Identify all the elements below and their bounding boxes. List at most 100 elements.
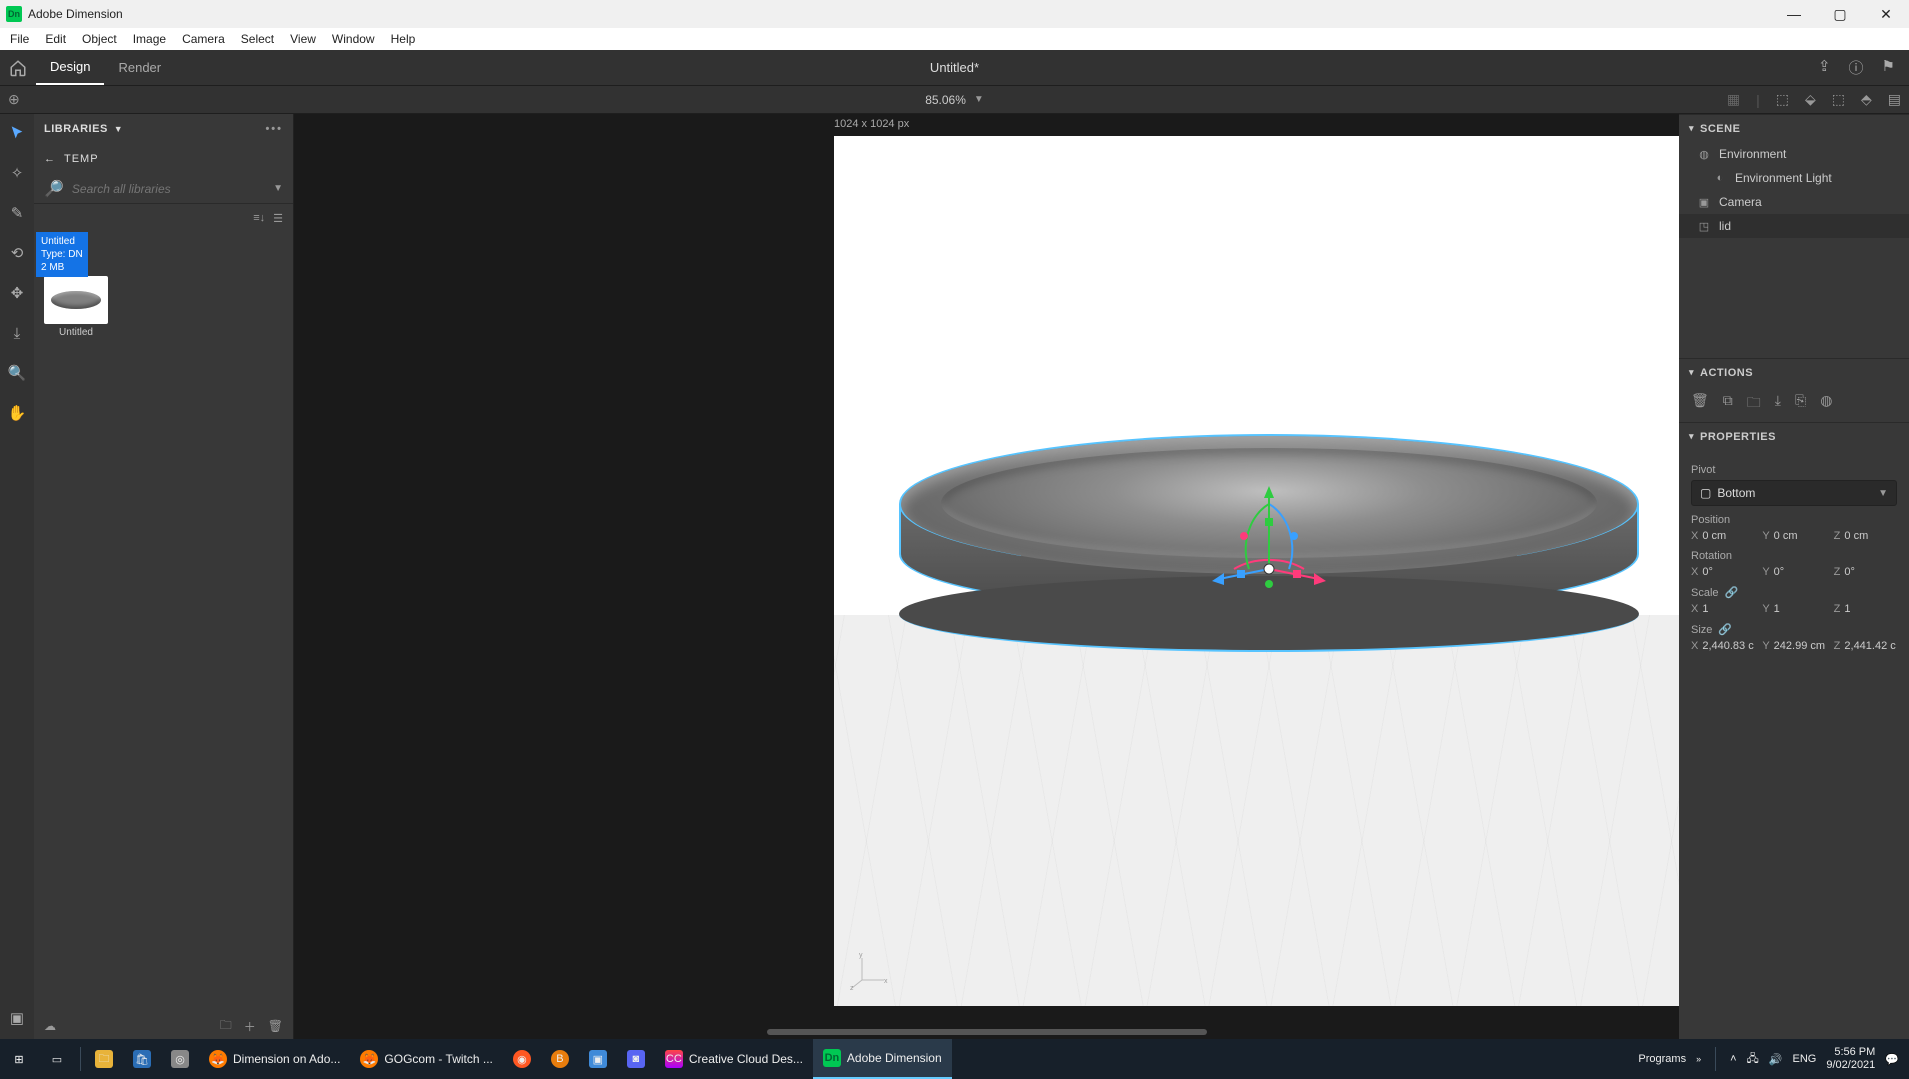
link-icon[interactable]: 🔗 (1718, 623, 1732, 636)
minimize-button[interactable]: — (1771, 0, 1817, 28)
position-z[interactable]: Z0 cm (1834, 530, 1897, 542)
home-button[interactable] (0, 59, 36, 77)
taskbar-blender[interactable]: B (541, 1039, 579, 1079)
help-icon[interactable]: ⓘ (1849, 57, 1864, 78)
library-search-input[interactable] (72, 182, 265, 196)
rotation-y[interactable]: Y0° (1762, 566, 1825, 578)
size-x[interactable]: X2,440.83 c (1691, 640, 1754, 652)
tray-overflow-icon[interactable]: ˄ (1730, 1053, 1736, 1065)
size-z[interactable]: Z2,441.42 c (1834, 640, 1897, 652)
tray-volume-icon[interactable]: 🔊 (1769, 1053, 1783, 1066)
taskbar-app-1[interactable]: ◎ (161, 1039, 199, 1079)
chevron-down-icon[interactable]: ▼ (114, 124, 123, 134)
folder-icon[interactable]: 🗀 (220, 1016, 232, 1037)
library-asset[interactable]: Untitled (44, 276, 108, 338)
menu-select[interactable]: Select (235, 30, 280, 48)
align-icon-4[interactable]: ⬘ (1861, 91, 1872, 108)
delete-asset-icon[interactable]: 🗑 (268, 1019, 283, 1033)
action-group-icon[interactable]: 🗀 (1747, 392, 1761, 416)
menu-camera[interactable]: Camera (176, 30, 231, 48)
action-align-floor-icon[interactable]: ⤓ (1775, 392, 1781, 416)
start-button[interactable]: ⊞ (0, 1039, 38, 1079)
select-tool[interactable] (6, 122, 28, 144)
hand-tool[interactable]: ✋ (6, 402, 28, 424)
maximize-button[interactable]: ▢ (1817, 0, 1863, 28)
add-content-icon[interactable]: ⊕ (8, 91, 20, 108)
scene-item-camera[interactable]: ▣ Camera (1679, 190, 1909, 214)
chevron-right-icon[interactable]: » (1696, 1054, 1701, 1064)
scene-item-environment-light[interactable]: ◐ Environment Light (1679, 166, 1909, 190)
taskbar-explorer[interactable]: 🗀 (85, 1039, 123, 1079)
pivot-select[interactable]: ▢Bottom ▼ (1691, 480, 1897, 506)
taskbar-firefox-2[interactable]: 🦊GOGcom - Twitch ... (350, 1039, 502, 1079)
taskbar-adobe-dimension[interactable]: DnAdobe Dimension (813, 1039, 952, 1079)
list-view-icon[interactable]: ☰ (273, 212, 283, 225)
libraries-menu-icon[interactable]: ••• (265, 123, 283, 135)
properties-section-header[interactable]: ▾ PROPERTIES (1679, 422, 1909, 450)
menu-image[interactable]: Image (127, 30, 172, 48)
action-material-icon[interactable]: ◍ (1820, 392, 1832, 416)
scale-x[interactable]: X1 (1691, 603, 1754, 615)
taskbar-programs-toolbar[interactable]: Programs (1638, 1053, 1686, 1065)
taskbar-creative-cloud[interactable]: CCCreative Cloud Des... (655, 1039, 813, 1079)
sort-icon[interactable]: ≡↓ (253, 212, 265, 225)
menu-window[interactable]: Window (326, 30, 381, 48)
taskbar-app-2[interactable]: ◉ (503, 1039, 541, 1079)
horizontal-scrollbar[interactable] (767, 1029, 1207, 1035)
link-icon[interactable]: 🔗 (1725, 586, 1739, 599)
rotation-z[interactable]: Z0° (1834, 566, 1897, 578)
scale-y[interactable]: Y1 (1762, 603, 1825, 615)
asset-thumbnail[interactable] (44, 276, 108, 324)
close-button[interactable]: ✕ (1863, 0, 1909, 28)
menu-file[interactable]: File (4, 30, 35, 48)
task-view-button[interactable]: ▭ (38, 1039, 76, 1079)
position-y[interactable]: Y0 cm (1762, 530, 1825, 542)
align-icon-2[interactable]: ⬙ (1805, 91, 1816, 108)
action-delete-icon[interactable]: 🗑 (1691, 392, 1709, 416)
zoom-tool[interactable]: 🔍 (6, 362, 28, 384)
taskbar-firefox-1[interactable]: 🦊Dimension on Ado... (199, 1039, 350, 1079)
align-icon-3[interactable]: ⬚ (1832, 91, 1845, 108)
actions-section-header[interactable]: ▾ ACTIONS (1679, 358, 1909, 386)
action-duplicate-icon[interactable]: ⧉ (1723, 392, 1733, 416)
tray-language[interactable]: ENG (1793, 1053, 1817, 1065)
align-icon-1[interactable]: ⬚ (1776, 91, 1789, 108)
sampler-tool[interactable]: ✎ (6, 202, 28, 224)
render-preview-icon[interactable]: ▤ (1888, 91, 1901, 108)
scale-z[interactable]: Z1 (1834, 603, 1897, 615)
action-copy-icon[interactable]: ⎘ (1795, 392, 1806, 416)
magic-wand-tool[interactable]: ✧ (6, 162, 28, 184)
position-x[interactable]: X0 cm (1691, 530, 1754, 542)
add-asset-icon[interactable]: ＋ (244, 1018, 256, 1035)
share-icon[interactable]: ⇪ (1818, 57, 1831, 78)
orbit-tool[interactable]: ⟲ (6, 242, 28, 264)
feedback-icon[interactable]: ⚑ (1882, 57, 1895, 78)
scene-item-environment[interactable]: ◍ Environment (1679, 142, 1909, 166)
back-icon[interactable]: ← (44, 153, 56, 165)
rotation-x[interactable]: X0° (1691, 566, 1754, 578)
panel-toggle-icon[interactable]: ▣ (6, 1007, 28, 1029)
taskbar-discord[interactable]: ◙ (617, 1039, 655, 1079)
grid-toggle-icon[interactable]: ▦ (1727, 91, 1740, 108)
chevron-down-icon[interactable]: ▼ (273, 183, 283, 194)
tab-design[interactable]: Design (36, 50, 104, 85)
object-lid[interactable] (899, 434, 1639, 674)
dolly-tool[interactable]: ⤓ (6, 322, 28, 344)
menu-edit[interactable]: Edit (39, 30, 72, 48)
size-y[interactable]: Y242.99 cm (1762, 640, 1825, 652)
scene-item-lid[interactable]: ◳ lid (1679, 214, 1909, 238)
library-breadcrumb[interactable]: TEMP (64, 153, 99, 165)
tray-notifications-icon[interactable]: 💬 (1885, 1053, 1899, 1066)
chevron-down-icon[interactable]: ▼ (974, 94, 984, 105)
libraries-title[interactable]: LIBRARIES (44, 123, 108, 135)
menu-help[interactable]: Help (385, 30, 422, 48)
viewport[interactable]: 1024 x 1024 px (294, 114, 1679, 1039)
taskbar-app-3[interactable]: ▣ (579, 1039, 617, 1079)
scene-section-header[interactable]: ▾ SCENE (1679, 114, 1909, 142)
zoom-value[interactable]: 85.06% (925, 93, 966, 107)
pan-tool[interactable]: ✥ (6, 282, 28, 304)
menu-object[interactable]: Object (76, 30, 123, 48)
taskbar-store[interactable]: 🛍 (123, 1039, 161, 1079)
tab-render[interactable]: Render (104, 50, 175, 85)
tray-network-icon[interactable]: 🖧 (1747, 1050, 1759, 1069)
